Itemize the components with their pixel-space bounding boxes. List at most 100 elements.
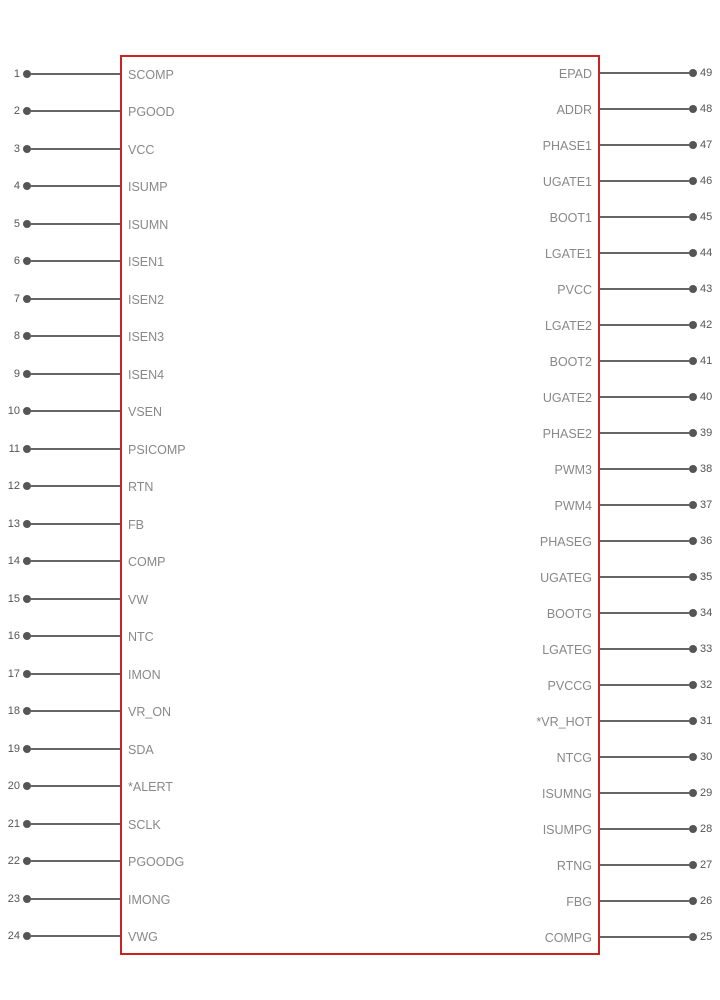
pin-line — [31, 785, 120, 787]
pin-number: 36 — [700, 535, 720, 547]
pin-number: 17 — [0, 668, 20, 680]
pin-number: 34 — [700, 607, 720, 619]
left-label-11: PSICOMP — [128, 443, 186, 457]
pin-dot — [689, 933, 697, 941]
left-label-1: SCOMP — [128, 68, 174, 82]
pin-number: 9 — [0, 368, 20, 380]
pin-line — [600, 612, 689, 614]
pin-number: 35 — [700, 571, 720, 583]
left-pin-23: 23 — [0, 880, 120, 918]
ic-body: SCOMPPGOODVCCISUMPISUMNISEN1ISEN2ISEN3IS… — [120, 55, 600, 955]
pin-line — [31, 373, 120, 375]
left-pins: 123456789101112131415161718192021222324 — [0, 55, 120, 955]
left-label-4: ISUMP — [128, 180, 168, 194]
pin-line — [31, 448, 120, 450]
pin-line — [31, 598, 120, 600]
pin-line — [600, 828, 689, 830]
pin-number: 2 — [0, 105, 20, 117]
pin-dot — [689, 717, 697, 725]
pin-dot — [23, 820, 31, 828]
pin-line — [600, 540, 689, 542]
pin-number: 31 — [700, 715, 720, 727]
pin-dot — [23, 745, 31, 753]
right-label-27: RTNG — [557, 859, 592, 873]
pin-dot — [689, 177, 697, 185]
pin-dot — [23, 370, 31, 378]
pin-line — [600, 108, 689, 110]
left-pin-13: 13 — [0, 505, 120, 543]
pin-dot — [23, 295, 31, 303]
pin-dot — [23, 145, 31, 153]
left-label-3: VCC — [128, 143, 154, 157]
left-pin-11: 11 — [0, 430, 120, 468]
pin-line — [600, 360, 689, 362]
right-pin-48: 48 — [600, 91, 720, 127]
left-label-16: NTC — [128, 630, 154, 644]
pin-number: 38 — [700, 463, 720, 475]
left-label-19: SDA — [128, 743, 154, 757]
left-label-5: ISUMN — [128, 218, 168, 232]
pin-dot — [689, 537, 697, 545]
pin-dot — [23, 857, 31, 865]
pin-line — [31, 523, 120, 525]
pin-number: 19 — [0, 743, 20, 755]
pin-number: 27 — [700, 859, 720, 871]
pin-dot — [689, 681, 697, 689]
right-label-28: ISUMPG — [543, 823, 592, 837]
pin-line — [600, 144, 689, 146]
left-pin-4: 4 — [0, 168, 120, 206]
pin-number: 10 — [0, 405, 20, 417]
right-pin-28: 28 — [600, 811, 720, 847]
pin-dot — [23, 407, 31, 415]
right-label-39: PHASE2 — [543, 427, 592, 441]
pin-number: 26 — [700, 895, 720, 907]
right-label-33: LGATEG — [542, 643, 592, 657]
pin-line — [31, 335, 120, 337]
pin-number: 33 — [700, 643, 720, 655]
pin-number: 7 — [0, 293, 20, 305]
pin-number: 4 — [0, 180, 20, 192]
right-label-48: ADDR — [557, 103, 592, 117]
pin-dot — [689, 645, 697, 653]
pin-dot — [23, 182, 31, 190]
pin-number: 39 — [700, 427, 720, 439]
right-pin-31: 31 — [600, 703, 720, 739]
left-label-22: PGOODG — [128, 855, 184, 869]
pin-line — [600, 900, 689, 902]
right-pin-30: 30 — [600, 739, 720, 775]
right-label-43: PVCC — [557, 283, 592, 297]
pin-line — [31, 635, 120, 637]
pin-number: 41 — [700, 355, 720, 367]
pin-number: 11 — [0, 443, 20, 455]
pin-line — [600, 396, 689, 398]
right-pin-46: 46 — [600, 163, 720, 199]
pin-dot — [23, 707, 31, 715]
pin-dot — [689, 213, 697, 221]
pin-number: 3 — [0, 143, 20, 155]
pin-number: 40 — [700, 391, 720, 403]
pin-dot — [23, 520, 31, 528]
pin-line — [31, 485, 120, 487]
pin-number: 5 — [0, 218, 20, 230]
pin-line — [31, 898, 120, 900]
left-pin-15: 15 — [0, 580, 120, 618]
pin-line — [31, 260, 120, 262]
pin-line — [31, 298, 120, 300]
right-label-35: UGATEG — [540, 571, 592, 585]
pin-dot — [689, 465, 697, 473]
right-pin-33: 33 — [600, 631, 720, 667]
right-label-37: PWM4 — [555, 499, 593, 513]
pin-dot — [23, 632, 31, 640]
right-pin-34: 34 — [600, 595, 720, 631]
pin-number: 20 — [0, 780, 20, 792]
pin-dot — [689, 573, 697, 581]
left-pin-6: 6 — [0, 243, 120, 281]
left-label-7: ISEN2 — [128, 293, 164, 307]
pin-dot — [23, 445, 31, 453]
right-pin-49: 49 — [600, 55, 720, 91]
pin-dot — [689, 897, 697, 905]
left-label-12: RTN — [128, 480, 153, 494]
pin-line — [31, 748, 120, 750]
pin-line — [600, 504, 689, 506]
pin-dot — [23, 220, 31, 228]
